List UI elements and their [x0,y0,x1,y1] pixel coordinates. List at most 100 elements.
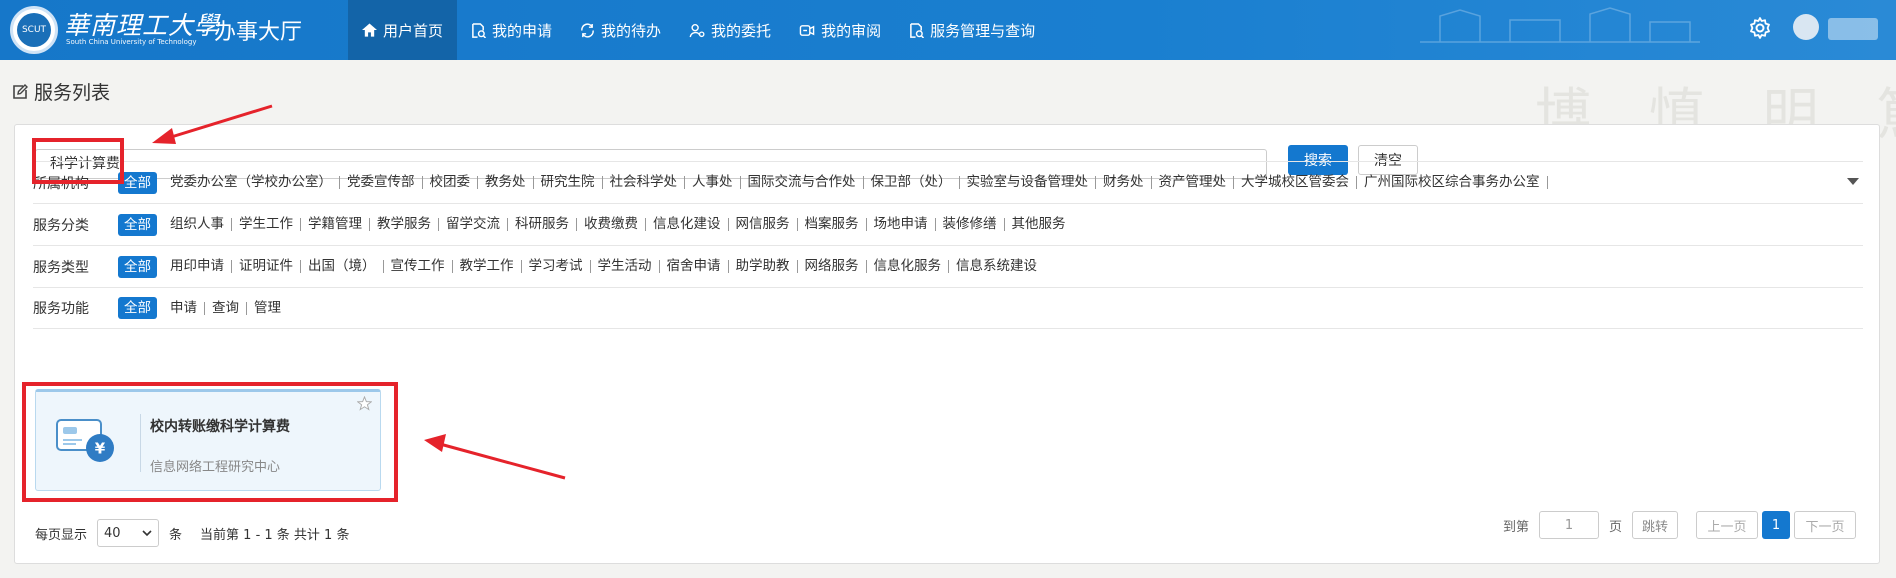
filter-item[interactable]: 组织人事 [163,217,232,231]
filter-item[interactable]: 场地申请 [867,217,936,231]
filter-row-organization: 所属机构 全部 党委办公室（学校办公室） 党委宣传部 校团委 教务处 研究生院 … [33,161,1863,203]
filter-item[interactable]: 其他服务 [1005,217,1073,231]
app-title: · 办事大厅 [200,20,302,45]
filter-item[interactable]: 宣传工作 [384,259,453,273]
filter-item[interactable]: 查询 [205,301,247,315]
filter-item[interactable]: 教务处 [478,175,534,189]
filter-item[interactable]: 证明证件 [232,259,301,273]
per-page-select[interactable]: 40 [97,519,160,547]
school-logo[interactable]: SCUT [10,6,58,54]
nav-service-management[interactable]: 服务管理与查询 [895,0,1049,60]
filter-item[interactable]: 收费缴费 [577,217,646,231]
filter-row-function: 服务功能 全部 申请 查询 管理 [33,287,1863,329]
goto-label: 到第 [1503,519,1530,535]
filter-item[interactable]: 资产管理处 [1152,175,1234,189]
nav-my-applications[interactable]: 我的申请 [457,0,566,60]
filter-item[interactable]: 财务处 [1096,175,1152,189]
filter-label: 服务功能 [33,301,89,317]
nav-home[interactable]: 用户首页 [348,0,458,60]
filter-item[interactable]: 信息化建设 [646,217,729,231]
filter-item[interactable]: 装修修缮 [936,217,1005,231]
filter-item[interactable]: 人事处 [685,175,741,189]
filter-item[interactable]: 档案服务 [798,217,867,231]
current-page-button[interactable]: 1 [1762,511,1791,539]
goto-page-input[interactable]: 1 [1539,511,1600,539]
expand-caret-icon[interactable] [1847,178,1859,185]
filter-item[interactable]: 保卫部（处） [864,175,960,189]
filter-item[interactable]: 教学服务 [370,217,439,231]
filter-all[interactable]: 全部 [118,297,157,319]
filter-item[interactable]: 国际交流与合作处 [741,175,864,189]
filter-item[interactable]: 党委办公室（学校办公室） [163,175,340,189]
nav-label: 我的待办 [601,21,662,40]
filter-item[interactable]: 网络服务 [798,259,867,273]
filter-item[interactable]: 网信服务 [729,217,798,231]
home-icon [362,23,377,37]
gear-icon[interactable] [1748,16,1772,40]
page-size-control: 每页显示 40 条 当前第 1 - 1 条 共计 1 条 [35,519,349,547]
nav-my-todo[interactable]: 我的待办 [566,0,675,60]
user-avatar[interactable] [1793,14,1819,40]
nav-label: 我的委托 [711,21,772,40]
school-name: 華南理工大學 [64,11,221,40]
nav-my-review[interactable]: 我的审阅 [785,0,895,60]
filter-item[interactable]: 广州国际校区综合事务办公室 [1357,175,1548,189]
per-page-value: 40 [104,525,121,541]
filter-label: 服务分类 [33,217,89,234]
filter-label: 服务类型 [33,259,89,276]
annotation-box-card [22,382,398,502]
filter-item[interactable]: 学生工作 [232,217,301,231]
filter-item[interactable]: 实验室与设备管理处 [960,175,1096,189]
school-name-en: South China University of Technology [66,38,197,46]
pagination: 到第 1 页 跳转 上一页 1 下一页 [1503,511,1857,539]
filter-item[interactable]: 留学交流 [439,217,508,231]
filter-item[interactable]: 校团委 [423,175,478,189]
jump-button[interactable]: 跳转 [1632,511,1679,539]
filter-items: 全部 组织人事 学生工作 学籍管理 教学服务 留学交流 科研服务 收费缴费 信息… [118,213,1073,236]
per-page-unit: 条 [169,527,183,543]
filter-row-type: 服务类型 全部 用印申请 证明证件 出国（境） 宣传工作 教学工作 学习考试 学… [33,245,1863,287]
filter-item[interactable]: 管理 [247,301,288,315]
manage-icon [910,22,925,38]
nav-label: 服务管理与查询 [930,21,1036,40]
filter-items: 全部 申请 查询 管理 [118,297,288,319]
filter-item[interactable]: 用印申请 [163,259,232,273]
filter-item[interactable]: 助学助教 [729,259,798,273]
next-page-button[interactable]: 下一页 [1794,511,1857,539]
todo-icon [581,22,594,38]
nav-label: 用户首页 [383,21,444,40]
main-nav: 用户首页 我的申请 我的待办 我的委托 我的审阅 服务管理与查询 [348,0,1049,60]
logo-emblem: SCUT [17,13,51,47]
filter-item[interactable]: 科研服务 [508,217,577,231]
prev-page-button[interactable]: 上一页 [1696,511,1759,539]
filter-all[interactable]: 全部 [118,213,157,236]
nav-label: 我的申请 [492,21,553,40]
filter-item[interactable]: 学籍管理 [301,217,370,231]
filter-item[interactable]: 信息系统建设 [949,259,1044,273]
filter-item[interactable]: 出国（境） [301,259,384,273]
nav-my-delegation[interactable]: 我的委托 [675,0,785,60]
header-decoration [1420,7,1700,43]
filter-item[interactable]: 研究生院 [534,175,603,189]
user-name-blurred[interactable] [1828,18,1878,40]
page-unit: 页 [1609,519,1623,535]
filter-items: 全部 用印申请 证明证件 出国（境） 宣传工作 教学工作 学习考试 学生活动 宿… [118,255,1044,278]
filter-item[interactable]: 信息化服务 [867,259,949,273]
delegate-icon [689,23,705,37]
record-summary: 当前第 1 - 1 条 共计 1 条 [200,527,350,543]
filter-all[interactable]: 全部 [118,255,157,278]
apply-icon [472,22,487,38]
edit-icon [13,83,28,99]
filter-item[interactable]: 大学城校区管委会 [1234,175,1357,189]
filter-row-category: 服务分类 全部 组织人事 学生工作 学籍管理 教学服务 留学交流 科研服务 收费… [33,203,1863,245]
page-title-text: 服务列表 [34,82,111,104]
filter-item[interactable]: 党委宣传部 [340,175,423,189]
chevron-down-icon [142,530,152,537]
filter-items: 全部 党委办公室（学校办公室） 党委宣传部 校团委 教务处 研究生院 社会科学处… [118,171,1548,194]
filter-item[interactable]: 宿舍申请 [660,259,729,273]
filter-item[interactable]: 申请 [163,301,205,315]
filter-item[interactable]: 教学工作 [453,259,522,273]
filter-item[interactable]: 社会科学处 [603,175,685,189]
filter-item[interactable]: 学生活动 [591,259,660,273]
filter-item[interactable]: 学习考试 [522,259,591,273]
